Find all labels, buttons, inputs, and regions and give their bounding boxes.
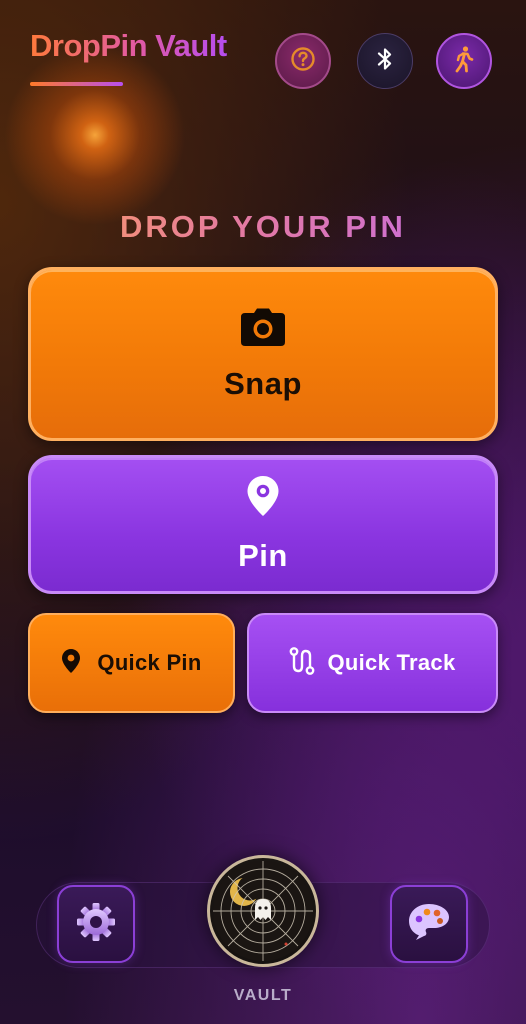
snap-button[interactable]: Snap [28, 267, 498, 441]
snap-label: Snap [224, 365, 302, 401]
route-icon [289, 646, 315, 680]
vault-button[interactable] [207, 855, 319, 967]
walking-person-icon [452, 45, 476, 78]
palette-icon [407, 902, 451, 947]
title-underline [30, 82, 123, 86]
map-pin-icon [246, 475, 280, 522]
camera-icon [240, 307, 286, 352]
palette-button[interactable] [390, 885, 468, 963]
section-heading: DROP YOUR PIN [0, 209, 526, 245]
app-title: DropPin Vault [30, 28, 227, 63]
quick-track-button[interactable]: Quick Track [247, 613, 498, 713]
gear-icon [75, 901, 117, 948]
pin-button[interactable]: Pin [28, 455, 498, 594]
bluetooth-button[interactable] [357, 33, 413, 89]
bluetooth-icon [374, 46, 396, 77]
pin-label: Pin [238, 538, 288, 573]
help-button[interactable] [275, 33, 331, 89]
quick-pin-label: Quick Pin [97, 650, 202, 675]
settings-button[interactable] [57, 885, 135, 963]
quick-track-label: Quick Track [327, 650, 456, 675]
help-icon [290, 46, 316, 77]
walk-mode-button[interactable] [436, 33, 492, 89]
vault-label: VAULT [233, 987, 293, 1004]
map-pin-icon [61, 648, 81, 679]
quick-pin-button[interactable]: Quick Pin [28, 613, 235, 713]
